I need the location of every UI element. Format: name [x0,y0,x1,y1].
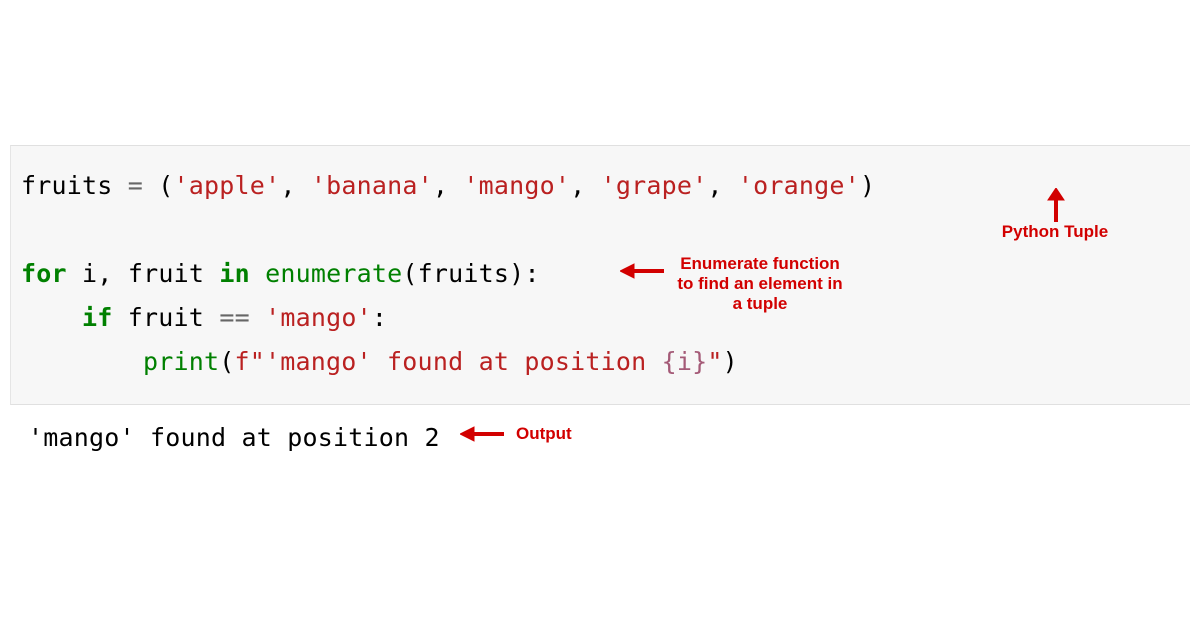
space [204,259,219,288]
string-mango: 'mango' [463,171,570,200]
annotation-tuple-text: Python Tuple [1002,222,1108,241]
paren-close: ) [509,259,524,288]
string-banana: 'banana' [311,171,433,200]
fstring-part2: " [707,347,722,376]
annotation-output-text: Output [516,424,572,443]
string-orange: 'orange' [738,171,860,200]
keyword-if: if [82,303,113,332]
arrow-output-icon [460,425,504,443]
string-mango-cmp: 'mango' [265,303,372,332]
indent [21,347,143,376]
paren-open: ( [402,259,417,288]
code-line-print: print(f"'mango' found at position {i}") [21,340,1180,384]
var-fruit: fruit [128,259,204,288]
fn-print: print [143,347,219,376]
code-line-1: fruits = ('apple', 'banana', 'mango', 'g… [21,164,1180,208]
arg-fruits: fruits [418,259,510,288]
comma: , [570,171,601,200]
output-text: 'mango' found at position 2 [28,420,440,456]
colon: : [524,259,539,288]
fn-enumerate: enumerate [265,259,402,288]
annotation-enumerate: Enumerate function to find an element in… [665,254,855,314]
comma: , [280,171,311,200]
keyword-in: in [219,259,250,288]
space [250,303,265,332]
keyword-for: for [21,259,67,288]
space [250,259,265,288]
comma: , [707,171,738,200]
fstring-part1: f"'mango' found at position [235,347,662,376]
code-line-if: if fruit == 'mango': [21,296,1180,340]
string-apple: 'apple' [174,171,281,200]
space [67,259,82,288]
var-fruit: fruit [128,303,204,332]
annotation-enum-l2: to find an element in [677,274,842,293]
comma: , [433,171,464,200]
space [113,303,128,332]
paren-close: ) [860,171,875,200]
space [204,303,219,332]
token-var: fruits [21,171,113,200]
paren-open: ( [219,347,234,376]
annotation-enum-l3: a tuple [733,294,788,313]
arrow-enumerate-icon [620,262,664,280]
annotation-enum-l1: Enumerate function [680,254,840,273]
op-eqeq: == [219,303,250,332]
annotation-tuple: Python Tuple [990,222,1120,242]
paren-open: ( [158,171,173,200]
arrow-tuple-icon [1046,188,1066,222]
token-eq: = [113,171,159,200]
fstring-interp: {i} [662,347,708,376]
annotation-output: Output [516,424,596,444]
indent [21,303,82,332]
var-i: i [82,259,97,288]
string-grape: 'grape' [601,171,708,200]
paren-close: ) [723,347,738,376]
code-block: fruits = ('apple', 'banana', 'mango', 'g… [10,145,1190,405]
comma: , [97,259,128,288]
colon: : [372,303,387,332]
code-line-for: for i, fruit in enumerate(fruits): [21,252,1180,296]
